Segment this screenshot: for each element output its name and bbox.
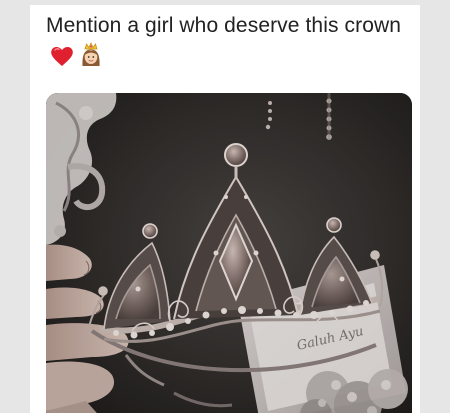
tweet-text-content: Mention a girl who deserve this crown <box>46 14 402 37</box>
red-heart-icon <box>50 45 74 76</box>
princess-icon <box>78 41 104 76</box>
tweet-image-tiara[interactable]: Galuh Ayu <box>46 93 412 413</box>
tweet-text: Mention a girl who deserve this crown <box>46 11 406 76</box>
tweet-card: Mention a girl who deserve this crown Ga… <box>30 5 420 413</box>
